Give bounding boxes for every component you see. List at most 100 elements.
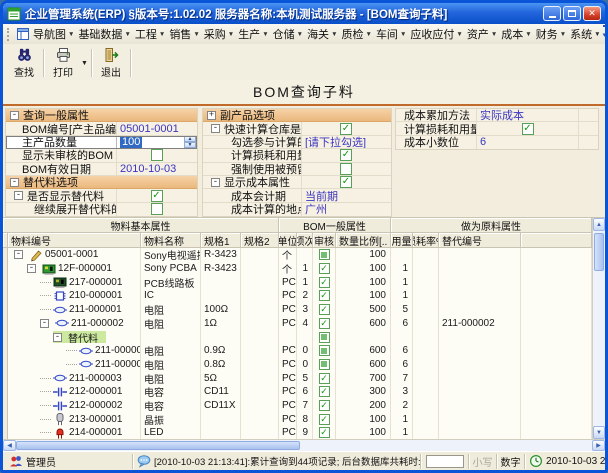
horizontal-scrollbar[interactable]: ◀ ▶ xyxy=(3,439,605,451)
panel-row[interactable]: -快速计算仓库是否缺料✓ xyxy=(203,122,391,135)
collapse-icon[interactable]: - xyxy=(40,319,49,328)
minimize-button[interactable] xyxy=(543,6,561,21)
menu-item-仓储[interactable]: 仓储▼ xyxy=(271,24,305,44)
panel-row[interactable]: 显示未审核的BOM xyxy=(6,149,197,162)
tristate-checkbox[interactable] xyxy=(319,332,330,343)
table-row[interactable]: 217-000001PCB线路板PC1✓1001 xyxy=(3,275,605,289)
menu-item-采购[interactable]: 采购▼ xyxy=(202,24,236,44)
table-row[interactable]: 211-000003电阻5ΩPC5✓7007 xyxy=(3,371,605,385)
menu-item-海关[interactable]: 海关▼ xyxy=(305,24,339,44)
checkbox[interactable]: ✓ xyxy=(319,318,330,329)
panel-row[interactable]: 计算损耗和用量基数✓ xyxy=(396,122,598,135)
checkbox[interactable]: ✓ xyxy=(319,427,330,438)
tristate-checkbox[interactable] xyxy=(319,249,330,260)
column-header-9[interactable]: 用量 xyxy=(391,233,413,248)
panel-row[interactable]: BOM编号[产主品编号]05001-0001 xyxy=(6,122,197,135)
menu-item-质检[interactable]: 质检▼ xyxy=(340,24,374,44)
column-header-1[interactable]: 物料编号 xyxy=(8,233,141,248)
scroll-left-button[interactable]: ◀ xyxy=(3,440,16,451)
panel-row[interactable]: -是否显示替代料✓ xyxy=(6,189,197,202)
table-row[interactable]: 214-000001LEDPC9✓1001 xyxy=(3,426,605,440)
table-row[interactable]: -05001-0001Sony电视遥控器 (R-3423个100 xyxy=(3,248,605,262)
table-row[interactable]: 211-000007电阻0.9ΩPC06006 xyxy=(3,344,605,358)
collapse-icon[interactable]: - xyxy=(53,333,62,342)
collapse-icon[interactable]: - xyxy=(10,111,19,120)
tristate-checkbox[interactable] xyxy=(319,359,330,370)
panel-row[interactable]: 成本会计期当前期 xyxy=(203,189,391,202)
checkbox[interactable]: ✓ xyxy=(522,123,534,135)
collapse-icon[interactable]: - xyxy=(211,124,220,133)
menu-item-销售[interactable]: 销售▼ xyxy=(167,24,201,44)
tristate-checkbox[interactable] xyxy=(319,345,330,356)
toolbar-button-退出[interactable]: 退出 xyxy=(94,45,128,81)
column-header-7[interactable]: 审核 xyxy=(313,233,336,248)
checkbox[interactable] xyxy=(340,163,352,175)
panel-row[interactable]: 成本计算的地点广州 xyxy=(203,203,391,216)
scroll-right-button[interactable]: ▶ xyxy=(592,440,605,451)
panel-row[interactable]: 成本小数位6 xyxy=(396,136,598,149)
quantity-stepper[interactable]: ▲▼ xyxy=(184,136,196,148)
collapse-icon[interactable]: - xyxy=(14,191,23,200)
checkbox[interactable]: ✓ xyxy=(319,414,330,425)
vertical-scroll-thumb[interactable] xyxy=(594,233,604,271)
panel-row[interactable]: 继续展开替代料的B xyxy=(6,203,197,216)
status-input[interactable] xyxy=(426,455,464,468)
menu-overflow-button[interactable]: ▾ xyxy=(603,25,607,43)
column-header-3[interactable]: 规格1 xyxy=(201,233,241,248)
menu-item-工程[interactable]: 工程▼ xyxy=(133,24,167,44)
panel-row[interactable]: 计算损耗和用量基数✓ xyxy=(203,149,391,162)
checkbox[interactable]: ✓ xyxy=(319,290,330,301)
checkbox[interactable] xyxy=(151,149,163,161)
menu-item-财务[interactable]: 财务▼ xyxy=(534,24,568,44)
checkbox[interactable]: ✓ xyxy=(151,190,163,202)
panel-row[interactable]: 主产品数量100▲▼ xyxy=(6,136,197,149)
maximize-button[interactable] xyxy=(563,6,581,21)
panel-row[interactable]: 勾选参与计算的仓库[请下拉勾选] xyxy=(203,136,391,149)
printer-dropdown-arrow[interactable]: ▼ xyxy=(80,45,89,81)
column-header-8[interactable]: 数量比例[.. xyxy=(336,233,391,248)
menu-item-成本[interactable]: 成本▼ xyxy=(499,24,533,44)
toolbar-button-查找[interactable]: 查找 xyxy=(7,45,41,81)
checkbox[interactable]: ✓ xyxy=(340,123,352,135)
scroll-up-button[interactable]: ▲ xyxy=(593,218,605,231)
checkbox[interactable]: ✓ xyxy=(319,304,330,315)
menu-item-导航图[interactable]: 导航图▼ xyxy=(31,24,76,44)
checkbox[interactable]: ✓ xyxy=(319,400,330,411)
close-button[interactable]: ✕ xyxy=(583,6,601,21)
collapse-icon[interactable]: - xyxy=(14,250,23,259)
panel-row[interactable]: 成本累加方法实际成本 xyxy=(396,109,598,122)
title-bar[interactable]: 企业管理系统(ERP) §版本号:1.02.02 服务器名称:本机测试服务器 -… xyxy=(3,3,605,24)
column-header-11[interactable]: 替代编号 xyxy=(439,233,521,248)
collapse-icon[interactable]: - xyxy=(10,178,19,187)
table-row[interactable]: 212-000001电容CD11PC6✓3003 xyxy=(3,385,605,399)
checkbox[interactable]: ✓ xyxy=(340,149,352,161)
menu-item-生产[interactable]: 生产▼ xyxy=(236,24,270,44)
menu-item-车间[interactable]: 车间▼ xyxy=(374,24,408,44)
horizontal-scroll-thumb[interactable] xyxy=(16,441,300,450)
collapse-icon[interactable]: - xyxy=(211,178,220,187)
column-header-4[interactable]: 规格2 xyxy=(241,233,279,248)
table-row[interactable]: -替代料 xyxy=(3,330,605,344)
panel-row[interactable]: -显示成本属性✓ xyxy=(203,176,391,189)
table-row[interactable]: 211-000008电阻0.8ΩPC06006 xyxy=(3,358,605,372)
menu-item-资产[interactable]: 资产▼ xyxy=(465,24,499,44)
stepper-down-icon[interactable]: ▼ xyxy=(184,142,196,148)
table-row[interactable]: -12F-000001Sony PCBAR-3423个1✓1001 xyxy=(3,262,605,276)
panel-row[interactable]: 强制使用被预留的库存 xyxy=(203,163,391,176)
table-row[interactable]: 213-000001晶振PC8✓1001 xyxy=(3,412,605,426)
selected-tree-node[interactable]: -替代料 xyxy=(53,331,106,343)
column-header-2[interactable]: 物料名称 xyxy=(141,233,201,248)
checkbox[interactable]: ✓ xyxy=(319,277,330,288)
table-row[interactable]: 212-000002电容CD11XPC7✓2002 xyxy=(3,399,605,413)
table-row[interactable]: 211-000001电阻100ΩPC3✓5005 xyxy=(3,303,605,317)
column-header-6[interactable]: 项次 xyxy=(297,233,313,248)
panel-row[interactable]: BOM有效日期2010-10-03 xyxy=(6,163,197,176)
vertical-scrollbar[interactable]: ▲ ▼ xyxy=(592,218,605,439)
column-header-5[interactable]: 单位 xyxy=(279,233,297,248)
checkbox[interactable]: ✓ xyxy=(319,263,330,274)
menu-item-基础数据[interactable]: 基础数据▼ xyxy=(76,24,132,44)
quantity-input[interactable]: 100 xyxy=(120,136,142,148)
menu-item-系统[interactable]: 系统▼ xyxy=(568,24,602,44)
toolbar-grip[interactable] xyxy=(7,28,12,41)
toolbar-button-打印[interactable]: 打印 xyxy=(46,45,80,81)
